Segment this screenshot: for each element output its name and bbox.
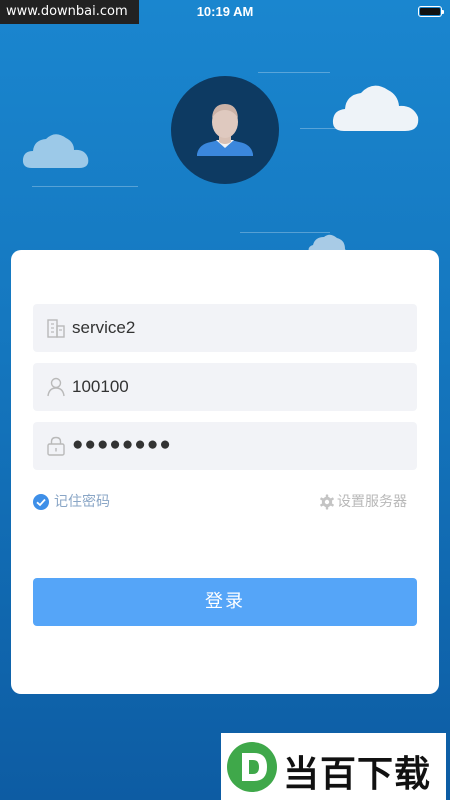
username-field[interactable]: 100100 bbox=[33, 363, 417, 411]
cloud-icon bbox=[332, 85, 419, 131]
decor-line bbox=[32, 186, 138, 187]
building-icon bbox=[47, 319, 65, 338]
password-field[interactable]: ●●●●●●●● bbox=[33, 422, 417, 470]
logo-text: 当百下载 bbox=[283, 754, 432, 795]
server-field-value: service2 bbox=[72, 318, 136, 337]
remember-password-label: 记住密码 bbox=[54, 494, 110, 510]
login-screen: www.downbai.com 10:19 AM service2 100100… bbox=[0, 0, 450, 800]
user-avatar-icon bbox=[197, 104, 253, 156]
status-time: 10:19 AM bbox=[196, 4, 254, 19]
avatar bbox=[171, 76, 279, 184]
login-card: service2 100100 ●●●●●●●● 记住密码 设置服务器 登录 bbox=[11, 250, 439, 694]
login-button[interactable]: 登录 bbox=[33, 578, 417, 626]
lock-icon bbox=[47, 436, 65, 456]
server-settings-label: 设置服务器 bbox=[337, 494, 407, 510]
username-field-value: 100100 bbox=[72, 377, 129, 396]
password-field-value: ●●●●●●●● bbox=[72, 434, 172, 455]
decor-line bbox=[258, 72, 330, 73]
cloud-icon bbox=[22, 134, 89, 168]
battery-icon bbox=[418, 6, 444, 17]
checkmark-icon bbox=[33, 494, 49, 510]
user-icon bbox=[47, 377, 65, 397]
watermark-logo: 当百下载 bbox=[221, 733, 446, 800]
server-field[interactable]: service2 bbox=[33, 304, 417, 352]
status-bar: 10:19 AM bbox=[0, 0, 450, 24]
logo-d-icon bbox=[227, 742, 277, 792]
server-settings-link[interactable]: 设置服务器 bbox=[319, 493, 413, 511]
gear-icon bbox=[320, 494, 334, 510]
